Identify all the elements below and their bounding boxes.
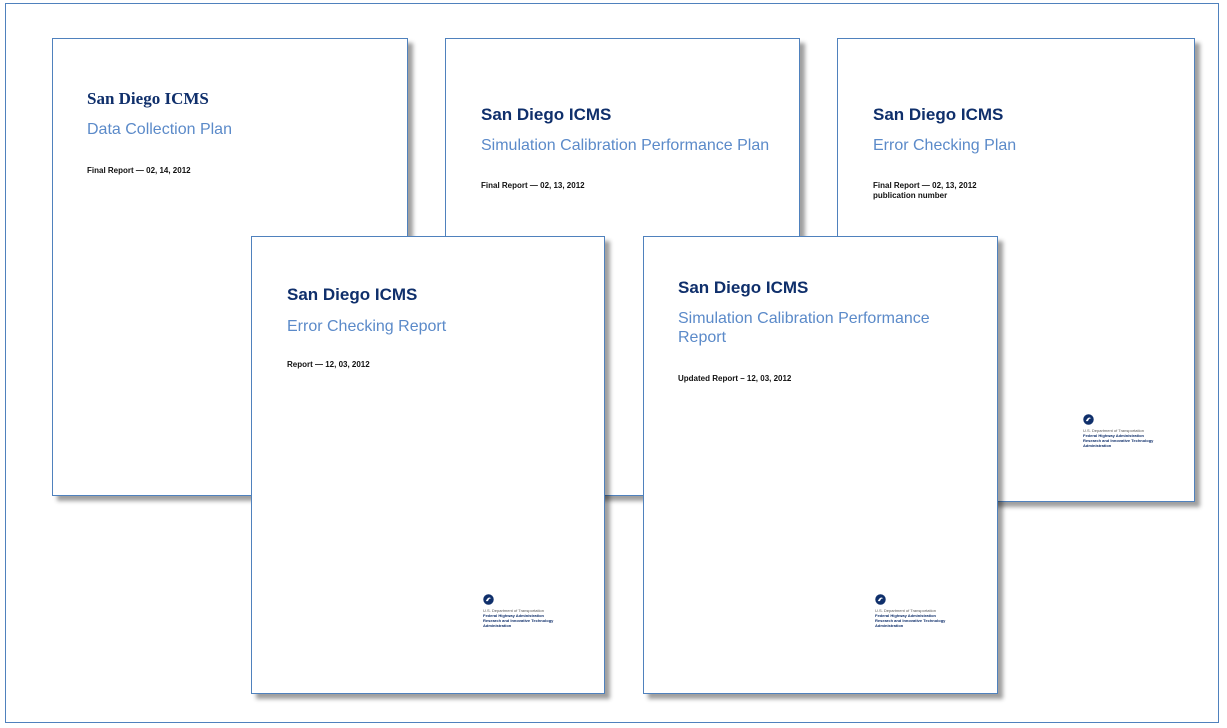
usdot-agency-name: Administration bbox=[875, 623, 904, 628]
cover-org-name: San Diego ICMS bbox=[678, 278, 809, 297]
cover-publication-number: publication number bbox=[873, 191, 948, 200]
usdot-footer: U.S. Department of Transportation Federa… bbox=[875, 594, 985, 628]
cover-report-date: Final Report — 02, 13, 2012 publication … bbox=[873, 181, 977, 201]
cover-org-name: San Diego ICMS bbox=[481, 105, 612, 124]
cover-title: Simulation Calibration Performance Plan bbox=[481, 137, 770, 154]
usdot-logo-icon bbox=[483, 594, 494, 605]
cover-date-line: Updated Report – 12, 03, 2012 bbox=[678, 374, 792, 383]
cover-report-date: Report — 12, 03, 2012 bbox=[287, 360, 370, 370]
cover-date-line: Final Report — 02, 13, 2012 bbox=[481, 181, 585, 190]
cover-report-date: Final Report — 02, 13, 2012 bbox=[481, 181, 585, 191]
usdot-footer: U.S. Department of Transportation Federa… bbox=[483, 594, 593, 628]
cover-title: Error Checking Report bbox=[287, 318, 447, 335]
usdot-logo-icon bbox=[875, 594, 886, 605]
cover-date-line: Final Report — 02, 13, 2012 bbox=[873, 181, 977, 190]
cover-report-date: Updated Report – 12, 03, 2012 bbox=[678, 374, 791, 384]
cover-date-line: Report — 12, 03, 2012 bbox=[287, 360, 370, 369]
usdot-footer: U.S. Department of Transportation Federa… bbox=[1083, 414, 1193, 448]
cover-title: Data Collection Plan bbox=[87, 121, 232, 138]
cover-date-line: Final Report — 02, 14, 2012 bbox=[87, 166, 191, 175]
cover-org-name: San Diego ICMS bbox=[287, 285, 418, 304]
report-cover-simulation-calibration-report[interactable]: San Diego ICMS Simulation Calibration Pe… bbox=[643, 236, 998, 694]
cover-report-date: Final Report — 02, 14, 2012 bbox=[87, 166, 191, 176]
cover-org-name: San Diego ICMS bbox=[873, 105, 1004, 124]
cover-title: Simulation Calibration Performance Repor… bbox=[678, 310, 930, 346]
slide-frame: San Diego ICMS Data Collection Plan Fina… bbox=[5, 3, 1219, 723]
report-cover-error-checking-report[interactable]: San Diego ICMS Error Checking Report Rep… bbox=[251, 236, 605, 694]
cover-title: Error Checking Plan bbox=[873, 137, 1017, 154]
usdot-logo-icon bbox=[1083, 414, 1094, 425]
cover-org-name: San Diego ICMS bbox=[87, 89, 209, 108]
usdot-agency-name: Administration bbox=[483, 623, 512, 628]
usdot-agency-name: Administration bbox=[1083, 443, 1112, 448]
